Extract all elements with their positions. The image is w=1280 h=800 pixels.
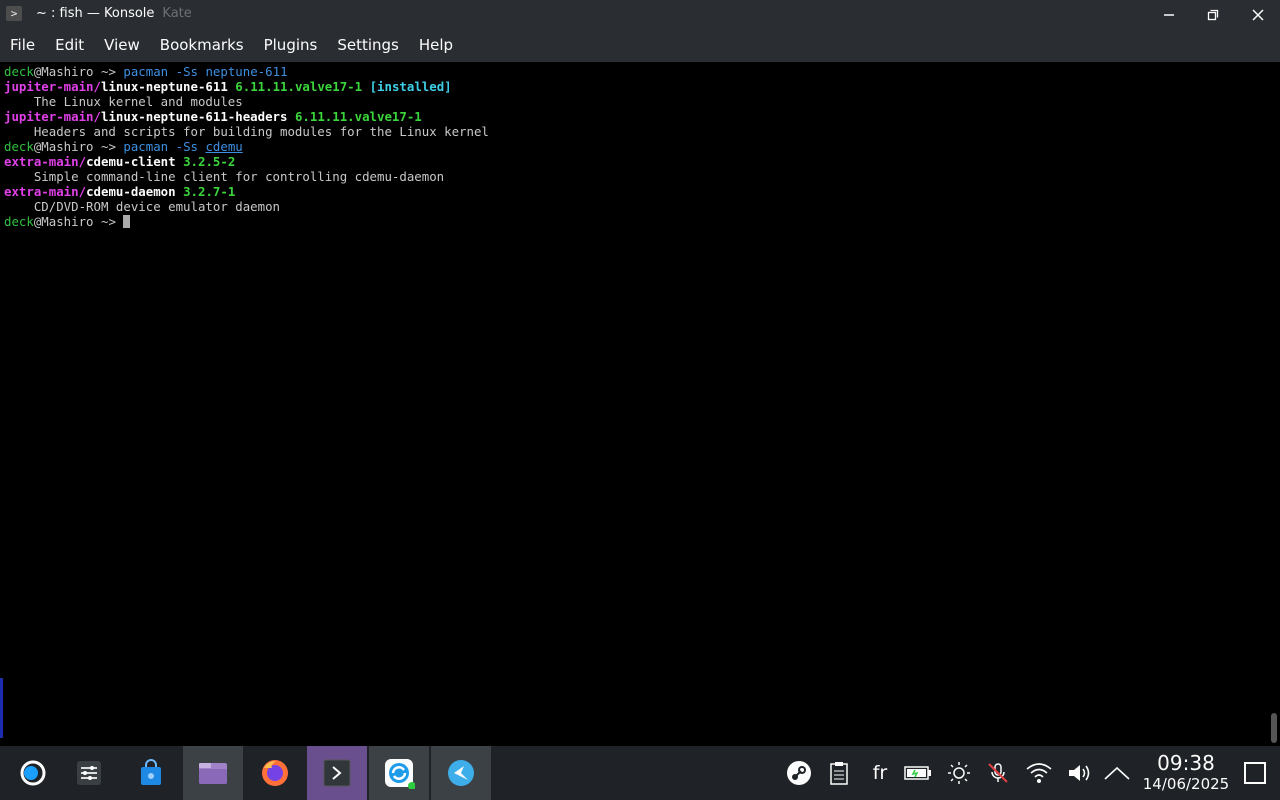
- keyboard-layout-indicator[interactable]: fr: [866, 759, 894, 787]
- expand-tray-button[interactable]: [1103, 759, 1131, 787]
- command-target: neptune-611: [205, 64, 288, 79]
- firefox-button[interactable]: [245, 746, 305, 800]
- package-description: Headers and scripts for building modules…: [4, 124, 489, 139]
- menu-settings[interactable]: Settings: [327, 29, 409, 62]
- prompt-user: deck: [4, 139, 34, 154]
- terminal-output[interactable]: deck@Mashiro ~> pacman -Ss neptune-611 j…: [0, 62, 1268, 746]
- menu-help[interactable]: Help: [409, 29, 463, 62]
- package-description: The Linux kernel and modules: [4, 94, 243, 109]
- installed-tag: [installed]: [369, 79, 452, 94]
- prompt-user: deck: [4, 64, 34, 79]
- window-title: ~ : fish — Konsole Kate: [36, 6, 192, 21]
- expand-tray-icon: [1104, 766, 1130, 780]
- maximize-button[interactable]: [1202, 4, 1224, 26]
- volume-tray-button[interactable]: [1065, 759, 1093, 787]
- repo-name: extra-main/: [4, 154, 87, 169]
- prompt-host: @Mashiro ~>: [33, 139, 116, 154]
- restore-icon: [1207, 9, 1219, 21]
- repo-name: extra-main/: [4, 184, 87, 199]
- menu-view[interactable]: View: [94, 29, 150, 62]
- clipboard-icon: [830, 762, 848, 785]
- taskbar: fr 09:38 14/06/2025: [0, 746, 1280, 800]
- terminal-line: extra-main/cdemu-client 3.2.5-2: [4, 154, 1268, 169]
- volume-icon: [1069, 765, 1090, 781]
- steam-tray-button[interactable]: [785, 759, 813, 787]
- package-version: 3.2.7-1: [183, 184, 236, 199]
- mixer-settings-button[interactable]: [59, 746, 119, 800]
- package-version: 3.2.5-2: [183, 154, 236, 169]
- steamdeck-launcher-button[interactable]: [3, 746, 63, 800]
- package-name: linux-neptune-611: [100, 79, 228, 94]
- package-name: linux-neptune-611-headers: [100, 109, 288, 124]
- terminal-line: deck@Mashiro ~>: [4, 214, 1268, 229]
- terminal-icon[interactable]: >: [6, 6, 22, 21]
- dolphin-file-manager-icon: [199, 763, 227, 784]
- command-args: -Ss: [175, 139, 198, 154]
- prompt-user: deck: [4, 214, 34, 229]
- terminal-line: extra-main/cdemu-daemon 3.2.7-1: [4, 184, 1268, 199]
- microphone-tray-button[interactable]: [984, 759, 1012, 787]
- edge-marker: [0, 678, 3, 738]
- kdeconnect-button[interactable]: [431, 746, 491, 800]
- firefox-icon: [262, 760, 288, 786]
- battery-tray-button[interactable]: [904, 759, 932, 787]
- command-name: pacman: [123, 64, 169, 79]
- minimize-icon: [1164, 14, 1174, 16]
- minimize-button[interactable]: [1158, 4, 1180, 26]
- close-icon: [1252, 9, 1264, 21]
- terminal-scrollbar[interactable]: [1268, 62, 1280, 746]
- show-desktop-button[interactable]: [1244, 762, 1266, 784]
- mixer-settings-icon: [77, 761, 101, 785]
- ghost-title-text: Kate: [162, 6, 192, 21]
- terminal-line: deck@Mashiro ~> pacman -Ss cdemu: [4, 139, 1268, 154]
- repo-name: jupiter-main/: [4, 79, 101, 94]
- package-name: cdemu-client: [86, 154, 176, 169]
- sync-app-button[interactable]: [369, 746, 429, 800]
- wifi-icon: [1026, 763, 1052, 783]
- steamdeck-launcher-icon: [20, 760, 46, 786]
- window-title-text: ~ : fish — Konsole: [36, 6, 155, 21]
- terminal-line: jupiter-main/linux-neptune-611-headers 6…: [4, 109, 1268, 124]
- command-target: cdemu: [205, 139, 243, 154]
- prompt-host: @Mashiro ~>: [33, 64, 116, 79]
- package-version: 6.11.11.valve17-1: [235, 79, 363, 94]
- clock-date: 14/06/2025: [1142, 775, 1230, 793]
- battery-icon: [904, 766, 931, 780]
- repo-name: jupiter-main/: [4, 109, 101, 124]
- terminal-line: deck@Mashiro ~> pacman -Ss neptune-611: [4, 64, 1268, 79]
- command-args: -Ss: [175, 64, 198, 79]
- package-description: CD/DVD-ROM device emulator daemon: [4, 199, 281, 214]
- title-bar: > ~ : fish — Konsole Kate: [0, 0, 1280, 29]
- dolphin-file-manager-button[interactable]: [183, 746, 243, 800]
- clock-time: 09:38: [1157, 751, 1215, 775]
- package-version: 6.11.11.valve17-1: [294, 109, 422, 124]
- package-name: cdemu-daemon: [86, 184, 176, 199]
- sync-app-icon: [385, 759, 415, 789]
- prompt-host: @Mashiro ~>: [33, 214, 116, 229]
- scrollbar-thumb[interactable]: [1271, 713, 1277, 743]
- digital-clock[interactable]: 09:38 14/06/2025: [1138, 751, 1234, 793]
- discover-store-button[interactable]: [121, 746, 181, 800]
- menu-plugins[interactable]: Plugins: [254, 29, 328, 62]
- brightness-tray-button[interactable]: [945, 759, 973, 787]
- konsole-icon: [323, 759, 351, 787]
- menu-bookmarks[interactable]: Bookmarks: [150, 29, 254, 62]
- package-description: Simple command-line client for controlli…: [4, 169, 445, 184]
- text-cursor: [123, 215, 131, 228]
- terminal-line: jupiter-main/linux-neptune-611 6.11.11.v…: [4, 79, 1268, 94]
- command-name: pacman: [123, 139, 169, 154]
- konsole-button[interactable]: [307, 746, 367, 800]
- brightness-icon: [948, 762, 970, 784]
- close-button[interactable]: [1247, 4, 1269, 26]
- kdeconnect-icon: [448, 760, 474, 786]
- steam-icon: [787, 761, 811, 785]
- wifi-tray-button[interactable]: [1025, 759, 1053, 787]
- menu-edit[interactable]: Edit: [45, 29, 94, 62]
- discover-store-icon: [141, 759, 161, 785]
- clipboard-tray-button[interactable]: [825, 759, 853, 787]
- menu-bar: File Edit View Bookmarks Plugins Setting…: [0, 29, 1280, 62]
- menu-file[interactable]: File: [0, 29, 45, 62]
- microphone-muted-icon: [988, 763, 1008, 783]
